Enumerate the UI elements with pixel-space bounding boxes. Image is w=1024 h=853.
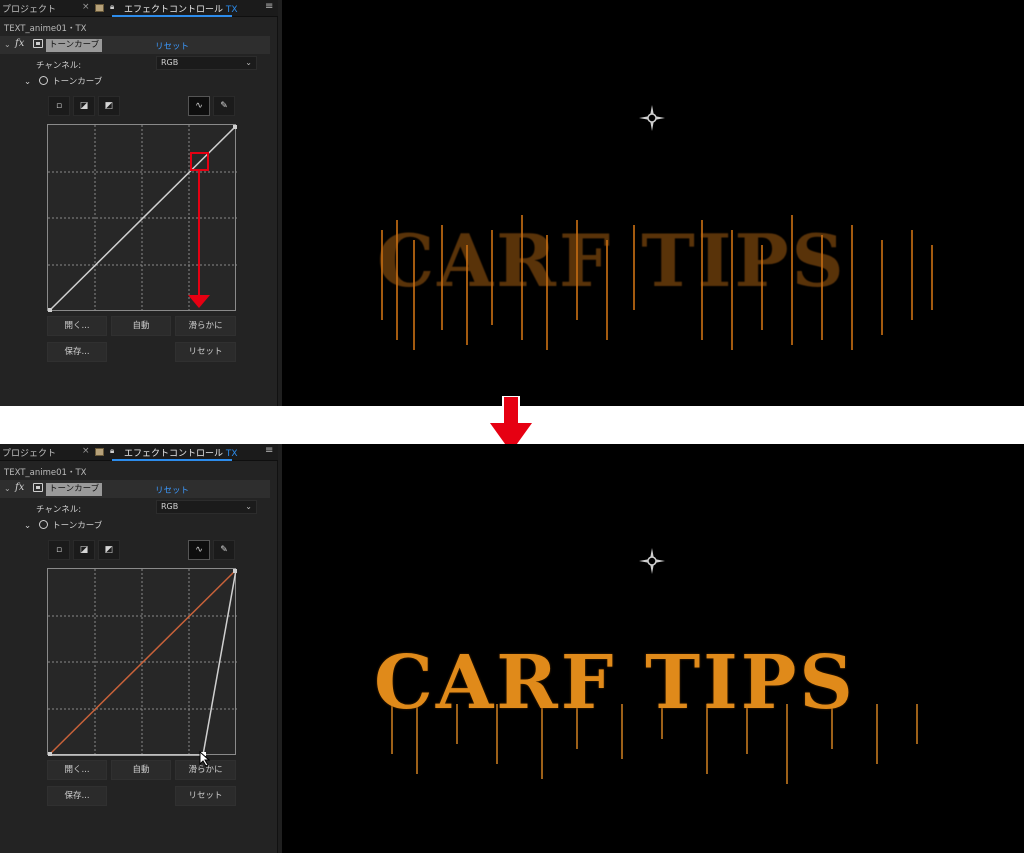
tone-curve-graph[interactable] [47, 124, 237, 312]
reset-button[interactable]: リセット [175, 786, 236, 806]
fx-toggle[interactable]: fx [15, 38, 24, 49]
effect-controls-panel: プロジェクト × 🔒︎ エフェクトコントロール TX ≡ TEXT_anime0… [0, 0, 278, 406]
panel-color-icon [95, 4, 104, 12]
active-tab-indicator [112, 459, 232, 461]
curve-endpoint [233, 125, 237, 129]
composition-viewer[interactable]: CARF TIPS [282, 444, 1024, 853]
anchor-point-icon[interactable] [639, 548, 665, 574]
tone-curve-graph[interactable] [47, 568, 237, 756]
effect-header-row: ⌄ fx トーンカーブ リセット [0, 480, 270, 498]
property-row: ⌄ トーンカーブ [24, 75, 102, 87]
effect-header-row: ⌄ fx トーンカーブ リセット [0, 36, 270, 54]
lock-icon[interactable]: 🔒︎ [110, 446, 114, 456]
effect-icon [33, 483, 43, 492]
panel-tab-bar: プロジェクト × 🔒︎ エフェクトコントロール TX ≡ [0, 0, 278, 17]
save-button[interactable]: 保存... [47, 342, 107, 362]
curve-size-medium-button[interactable]: ◪ [73, 540, 95, 560]
pencil-tool-icon[interactable]: ✎ [213, 96, 235, 116]
auto-button[interactable]: 自動 [111, 760, 171, 780]
viewer-text-layer: CARF TIPS [374, 640, 856, 726]
layer-name: TEXT_anime01・TX [4, 468, 87, 478]
curve-size-large-button[interactable]: ◩ [98, 540, 120, 560]
screenshot-after: プロジェクト × 🔒︎ エフェクトコントロール TX ≡ TEXT_anime0… [0, 444, 1024, 853]
curve-tool-icon[interactable]: ∿ [188, 96, 210, 116]
tab-effect-controls[interactable]: エフェクトコントロール TX [124, 2, 238, 15]
chevron-down-icon[interactable]: ⌄ [4, 40, 11, 49]
down-arrow-icon [188, 295, 210, 308]
curve-size-large-button[interactable]: ◩ [98, 96, 120, 116]
auto-button[interactable]: 自動 [111, 316, 171, 336]
panel-tab-bar: プロジェクト × 🔒︎ エフェクトコントロール TX ≡ [0, 444, 278, 461]
pencil-tool-icon[interactable]: ✎ [213, 540, 235, 560]
chevron-down-icon[interactable]: ⌄ [24, 521, 31, 531]
curve-endpoint [48, 308, 52, 312]
property-row: ⌄ トーンカーブ [24, 519, 102, 531]
glitch-streaks [381, 215, 933, 350]
chevron-down-icon: ⌄ [245, 502, 252, 511]
close-icon[interactable]: × [82, 2, 90, 12]
stopwatch-icon[interactable] [39, 76, 49, 85]
menu-icon[interactable]: ≡ [265, 1, 273, 12]
channel-label: チャンネル: [36, 505, 82, 515]
curve-tool-icon[interactable]: ∿ [188, 540, 210, 560]
smooth-button[interactable]: 滑らかに [175, 316, 236, 336]
layer-name: TEXT_anime01・TX [4, 24, 87, 34]
open-button[interactable]: 開く... [47, 760, 107, 780]
stopwatch-icon[interactable] [39, 520, 49, 529]
screenshot-before: プロジェクト × 🔒︎ エフェクトコントロール TX ≡ TEXT_anime0… [0, 0, 1024, 406]
composition-viewer[interactable]: CARF TIPS [282, 0, 1024, 406]
open-button[interactable]: 開く... [47, 316, 107, 336]
property-name: トーンカーブ [52, 77, 103, 87]
curve-size-small-button[interactable]: ▫ [48, 96, 70, 116]
tab-project[interactable]: プロジェクト [2, 2, 56, 15]
fx-toggle[interactable]: fx [15, 482, 24, 493]
chevron-down-icon[interactable]: ⌄ [4, 484, 11, 493]
effect-name[interactable]: トーンカーブ [46, 39, 103, 52]
curve-size-small-button[interactable]: ▫ [48, 540, 70, 560]
effect-controls-panel: プロジェクト × 🔒︎ エフェクトコントロール TX ≡ TEXT_anime0… [0, 444, 278, 853]
effect-name[interactable]: トーンカーブ [46, 483, 103, 496]
panel-color-icon [95, 448, 104, 456]
channel-select[interactable]: RGB ⌄ [156, 56, 257, 70]
save-button[interactable]: 保存... [47, 786, 107, 806]
property-name: トーンカーブ [52, 521, 103, 531]
chevron-down-icon: ⌄ [245, 58, 252, 67]
tab-project[interactable]: プロジェクト [2, 446, 56, 459]
effect-reset-link[interactable]: リセット [155, 40, 189, 52]
tab-effect-controls[interactable]: エフェクトコントロール TX [124, 446, 238, 459]
lock-icon[interactable]: 🔒︎ [110, 2, 114, 12]
channel-label: チャンネル: [36, 61, 82, 71]
close-icon[interactable]: × [82, 446, 90, 456]
anchor-point-icon[interactable] [639, 105, 665, 131]
curve-endpoint [233, 569, 237, 573]
active-tab-indicator [112, 15, 232, 17]
mouse-cursor-icon [199, 751, 211, 767]
channel-select[interactable]: RGB ⌄ [156, 500, 257, 514]
reset-button[interactable]: リセット [175, 342, 236, 362]
curve-size-medium-button[interactable]: ◪ [73, 96, 95, 116]
effect-icon [33, 39, 43, 48]
menu-icon[interactable]: ≡ [265, 445, 273, 456]
chevron-down-icon[interactable]: ⌄ [24, 77, 31, 87]
curve-endpoint [48, 752, 52, 756]
effect-reset-link[interactable]: リセット [155, 484, 189, 496]
